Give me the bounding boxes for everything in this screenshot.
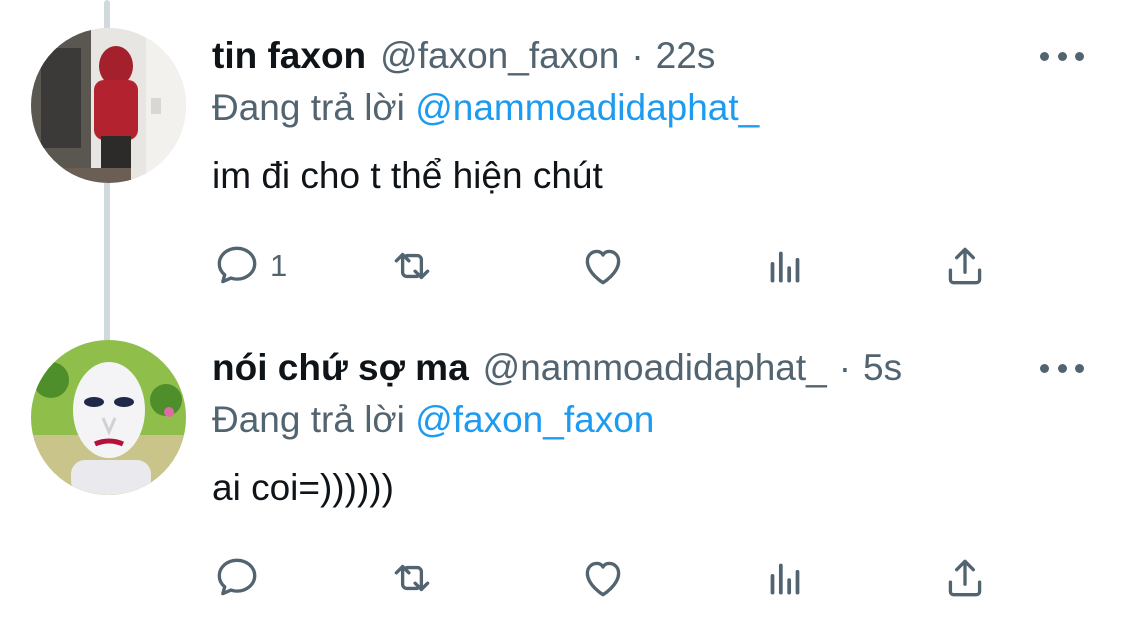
mention-link[interactable]: @nammoadidaphat_ [415,87,759,128]
display-name[interactable]: nói chứ sợ ma [212,344,469,392]
analytics-icon [770,251,800,283]
share-button[interactable] [940,240,990,292]
tweet-actions: 1 [212,240,1012,292]
avatar[interactable] [31,340,186,495]
tweet-text: ai coi=)))))) [212,467,394,508]
analytics-button[interactable] [760,552,810,604]
mask-character-avatar-icon [31,340,186,495]
retweet-button[interactable] [387,240,437,292]
tweet[interactable]: tin faxon @faxon_faxon · 22s Đang trả lờ… [0,0,1125,306]
share-icon [948,559,982,597]
like-button[interactable] [578,240,628,292]
user-handle[interactable]: @faxon_faxon [380,32,619,80]
like-icon [585,561,621,597]
timestamp[interactable]: 22s [656,32,716,80]
tweet-actions [212,552,1012,604]
reply-count: 1 [270,248,288,283]
avatar[interactable] [31,28,186,183]
share-icon [948,247,982,285]
mention-link[interactable]: @faxon_faxon [415,399,654,440]
replying-prefix: Đang trả lời [212,399,405,440]
tweet[interactable]: nói chứ sợ ma @nammoadidaphat_ · 5s Đang… [0,312,1125,618]
timestamp[interactable]: 5s [863,344,902,392]
separator-dot: · [838,347,852,388]
analytics-icon [770,563,800,595]
tweet-text: im đi cho t thể hiện chút [212,155,603,196]
tweet-header: tin faxon @faxon_faxon · 22s [212,32,715,80]
replying-to: Đang trả lời @faxon_faxon [212,396,654,444]
replying-prefix: Đang trả lời [212,87,405,128]
reply-button[interactable]: 1 [212,240,287,292]
retweet-icon [394,252,430,280]
like-button[interactable] [578,552,628,604]
share-button[interactable] [940,552,990,604]
user-handle[interactable]: @nammoadidaphat_ [483,344,827,392]
analytics-button[interactable] [760,240,810,292]
more-options-icon[interactable] [1040,46,1084,66]
replying-to: Đang trả lời @nammoadidaphat_ [212,84,759,132]
display-name[interactable]: tin faxon [212,32,366,80]
reply-button[interactable] [212,552,270,604]
retweet-button[interactable] [387,552,437,604]
tweet-header: nói chứ sợ ma @nammoadidaphat_ · 5s [212,344,902,392]
reply-icon [217,558,257,596]
retweet-icon [394,564,430,592]
reply-icon [217,246,257,284]
person-photo-avatar-icon [31,28,186,183]
like-icon [585,249,621,285]
separator-dot: · [631,35,644,76]
more-options-icon[interactable] [1040,358,1084,378]
